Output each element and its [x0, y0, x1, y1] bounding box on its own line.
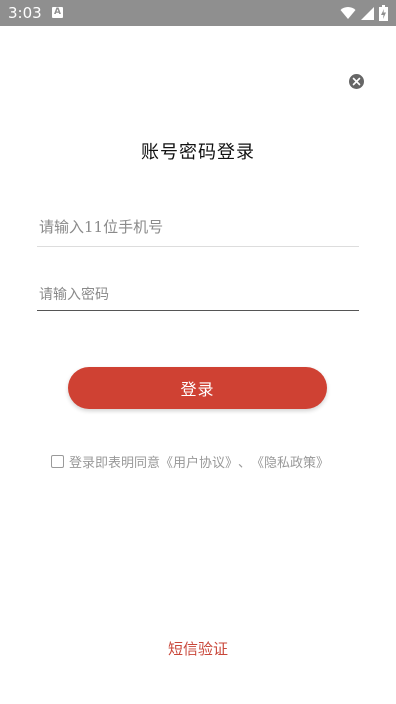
close-button[interactable]: [349, 74, 364, 89]
status-time: 3:03: [8, 4, 42, 22]
password-input[interactable]: [37, 279, 363, 311]
phone-underline: [37, 246, 359, 247]
login-button[interactable]: 登录: [68, 367, 327, 409]
notification-badge: A: [52, 7, 63, 18]
agreement-separator: 、: [238, 455, 252, 471]
user-agreement-link[interactable]: 《用户协议》: [160, 452, 238, 471]
agreement-prefix: 登录即表明同意: [69, 455, 161, 471]
privacy-policy-link[interactable]: 《隐私政策》: [251, 452, 329, 471]
wifi-icon: [340, 7, 356, 20]
status-bar: 3:03 A: [0, 0, 396, 26]
page-title: 账号密码登录: [141, 142, 255, 163]
agreement-row: 登录即表明同意 《用户协议》 、 《隐私政策》: [51, 452, 329, 471]
sms-login-link[interactable]: 短信验证: [0, 638, 396, 659]
cellular-signal-icon: [361, 6, 374, 20]
agreement-checkbox[interactable]: [51, 454, 64, 468]
password-underline: [37, 310, 359, 311]
status-icons: [340, 5, 388, 21]
battery-charging-icon: [379, 5, 388, 21]
close-icon: [352, 77, 361, 86]
phone-input[interactable]: [37, 211, 363, 243]
